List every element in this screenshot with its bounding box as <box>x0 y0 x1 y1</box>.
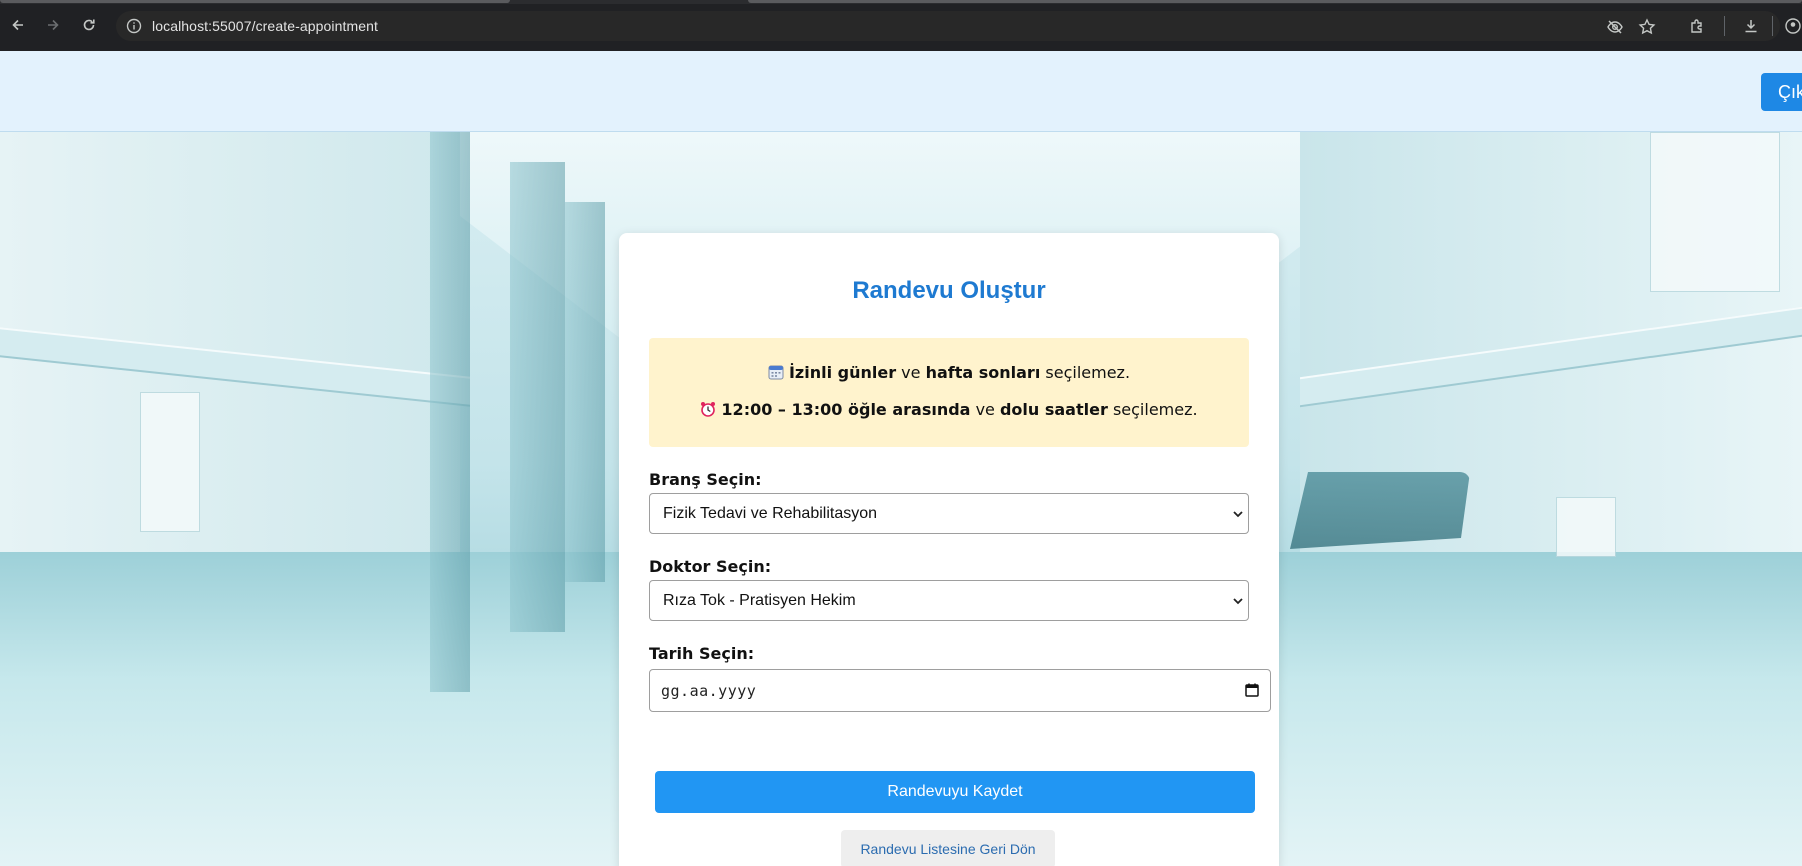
alarm-clock-icon <box>701 402 716 417</box>
extensions-icon[interactable] <box>1688 17 1706 35</box>
calendar-picker-icon[interactable] <box>1244 682 1260 698</box>
top-navbar: Çık <box>0 51 1802 132</box>
notice-text: seçilemez. <box>1107 400 1198 419</box>
date-input-placeholder: gg.aa.yyyy <box>661 682 757 700</box>
notice-line-1: İzinli günler ve hafta sonları seçilemez… <box>649 363 1249 382</box>
tab-indicator <box>0 0 510 3</box>
address-bar[interactable]: localhost:55007/create-appointment <box>116 11 1780 41</box>
branch-select[interactable]: Fizik Tedavi ve Rehabilitasyon <box>649 493 1249 534</box>
forward-arrow-icon[interactable] <box>41 13 65 37</box>
save-appointment-button[interactable]: Randevuyu Kaydet <box>655 771 1255 813</box>
chevron-down-icon <box>1233 598 1243 605</box>
notice-text: hafta sonları <box>925 363 1041 382</box>
background-door <box>430 132 470 692</box>
notice-text: 12:00 – 13:00 öğle arasında <box>721 400 971 419</box>
logout-button[interactable]: Çık <box>1761 73 1802 111</box>
download-icon[interactable] <box>1742 17 1760 35</box>
back-arrow-icon[interactable] <box>6 13 30 37</box>
appointment-form-card: Randevu Oluştur İzinli günler ve hafta s… <box>619 233 1279 866</box>
site-info-icon[interactable] <box>126 18 142 34</box>
chevron-down-icon <box>1233 511 1243 518</box>
date-label: Tarih Seçin: <box>649 644 755 663</box>
page: Çık Randevu Oluştur İzinli günler ve haf… <box>0 51 1802 866</box>
tab-indicator <box>748 0 1802 3</box>
browser-toolbar: localhost:55007/create-appointment <box>0 0 1802 51</box>
calendar-icon <box>768 365 784 380</box>
date-input[interactable]: gg.aa.yyyy <box>649 669 1271 712</box>
background-door <box>565 202 605 582</box>
notice-text: ve <box>896 363 926 382</box>
notice-text: seçilemez. <box>1040 363 1131 382</box>
toolbar-separator <box>1724 16 1725 36</box>
url-text: localhost:55007/create-appointment <box>152 18 378 34</box>
background-wall-cabinet <box>1650 132 1780 292</box>
branch-label: Branş Seçin: <box>649 470 762 489</box>
notice-text: ve <box>970 400 1000 419</box>
notice-text: İzinli günler <box>788 363 897 382</box>
doctor-label: Doktor Seçin: <box>649 557 772 576</box>
star-icon[interactable] <box>1638 18 1656 36</box>
branch-select-value: Fizik Tedavi ve Rehabilitasyon <box>663 505 878 522</box>
background-wall-panel <box>1556 497 1616 557</box>
reload-icon[interactable] <box>77 13 101 37</box>
toolbar-separator <box>1772 16 1773 36</box>
notice-line-2: 12:00 – 13:00 öğle arasında ve dolu saat… <box>649 400 1249 419</box>
page-title: Randevu Oluştur <box>852 277 1046 304</box>
eye-off-icon[interactable] <box>1606 18 1624 36</box>
info-notice: İzinli günler ve hafta sonları seçilemez… <box>649 338 1249 447</box>
profile-icon[interactable] <box>1784 17 1802 35</box>
doctor-select[interactable]: Rıza Tok - Pratisyen Hekim <box>649 580 1249 621</box>
background-door <box>510 162 565 632</box>
background-wall-panel <box>140 392 200 532</box>
doctor-select-value: Rıza Tok - Pratisyen Hekim <box>663 592 856 609</box>
notice-text: dolu saatler <box>999 400 1108 419</box>
back-to-list-button[interactable]: Randevu Listesine Geri Dön <box>841 830 1055 866</box>
